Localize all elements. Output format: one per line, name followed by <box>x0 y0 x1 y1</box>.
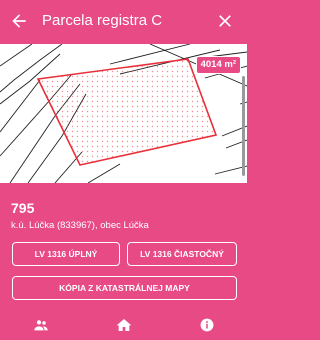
bottom-nav <box>0 310 247 340</box>
parcel-number: 795 <box>11 200 35 216</box>
parcel-info-panel: 795 k.ú. Lúčka (833967), obec Lúčka LV 1… <box>0 183 247 310</box>
cadastral-map[interactable]: 4014 m² <box>0 44 247 183</box>
area-badge: 4014 m² <box>195 56 241 74</box>
parcel-location: k.ú. Lúčka (833967), obec Lúčka <box>11 220 149 231</box>
selected-parcel[interactable] <box>36 58 218 166</box>
close-icon[interactable] <box>215 11 235 31</box>
page-title: Parcela registra C <box>42 12 163 29</box>
lv-partial-button[interactable]: LV 1316 ČIASTOČNÝ <box>127 242 237 266</box>
arrow-back-icon[interactable] <box>9 11 29 31</box>
home-icon[interactable] <box>116 318 132 332</box>
app-bar: Parcela registra C <box>0 0 247 44</box>
map-scrollbar[interactable] <box>242 76 245 176</box>
info-icon[interactable] <box>199 318 215 332</box>
lv-full-button[interactable]: LV 1316 ÚPLNÝ <box>12 242 120 266</box>
people-icon[interactable] <box>33 318 49 332</box>
cadastral-map-copy-button[interactable]: KÓPIA Z KATASTRÁLNEJ MAPY <box>12 276 237 300</box>
